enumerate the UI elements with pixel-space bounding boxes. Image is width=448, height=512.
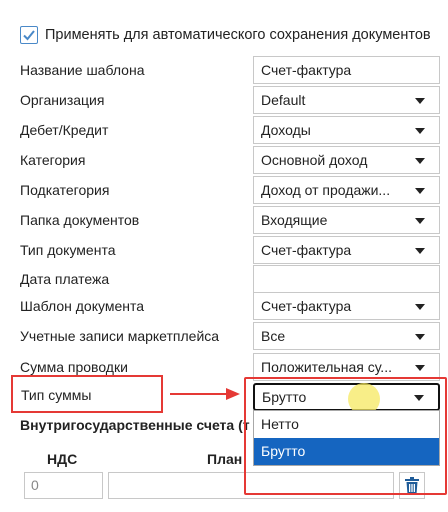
payment-date-label: Дата платежа <box>20 271 110 287</box>
row-subcategory: Подкатегория Доход от продажи... <box>0 176 448 204</box>
row-document-template: Шаблон документа Счет-фактура <box>0 292 448 320</box>
organization-value: Default <box>261 92 306 108</box>
row-document-folder: Папка документов Входящие <box>0 206 448 234</box>
debit-credit-select[interactable]: Доходы <box>253 116 440 144</box>
arrow-icon <box>170 388 240 400</box>
dropdown-highlight <box>244 377 447 495</box>
chevron-down-icon <box>415 188 425 194</box>
document-template-select[interactable]: Счет-фактура <box>253 292 440 320</box>
row-debit-credit: Дебет/Кредит Доходы <box>0 116 448 144</box>
document-folder-label: Папка документов <box>20 212 140 228</box>
category-select[interactable]: Основной доход <box>253 146 440 174</box>
document-type-select[interactable]: Счет-фактура <box>253 236 440 264</box>
chevron-down-icon <box>415 248 425 254</box>
auto-save-row: Применять для автоматического сохранения… <box>20 24 448 46</box>
row-document-type: Тип документа Счет-фактура <box>0 236 448 264</box>
vat-value: 0 <box>31 477 39 493</box>
checkmark-icon <box>23 30 35 41</box>
debit-credit-value: Доходы <box>261 122 311 138</box>
document-folder-select[interactable]: Входящие <box>253 206 440 234</box>
document-template-value: Счет-фактура <box>261 298 352 314</box>
category-value: Основной доход <box>261 152 368 168</box>
document-template-label: Шаблон документа <box>20 298 145 314</box>
category-label: Категория <box>20 152 86 168</box>
domestic-accounts-title: Внутригосударственные счета (т <box>20 417 250 433</box>
chevron-down-icon <box>415 334 425 340</box>
amount-type-label: Тип суммы <box>21 387 92 403</box>
document-type-label: Тип документа <box>20 242 116 258</box>
row-organization: Организация Default <box>0 86 448 114</box>
subcategory-select[interactable]: Доход от продажи... <box>253 176 440 204</box>
vat-input[interactable]: 0 <box>24 472 103 499</box>
payment-date-input[interactable] <box>253 265 440 293</box>
chevron-down-icon <box>415 304 425 310</box>
marketplace-accounts-value: Все <box>261 328 286 344</box>
auto-save-label: Применять для автоматического сохранения… <box>45 27 431 43</box>
marketplace-accounts-label: Учетные записи маркетплейса <box>20 328 220 344</box>
auto-save-checkbox[interactable] <box>20 26 38 44</box>
chevron-down-icon <box>415 218 425 224</box>
row-template-name: Название шаблона Счет-фактура <box>0 56 448 84</box>
template-name-value: Счет-фактура <box>261 62 352 78</box>
organization-label: Организация <box>20 92 105 108</box>
document-type-value: Счет-фактура <box>261 242 352 258</box>
plan-column-header: План <box>207 451 243 467</box>
chevron-down-icon <box>415 128 425 134</box>
organization-select[interactable]: Default <box>253 86 440 114</box>
marketplace-accounts-select[interactable]: Все <box>253 322 440 350</box>
document-folder-value: Входящие <box>261 212 328 228</box>
debit-credit-label: Дебет/Кредит <box>20 122 109 138</box>
chevron-down-icon <box>415 98 425 104</box>
chevron-down-icon <box>415 158 425 164</box>
amount-type-highlight: Тип суммы <box>11 375 163 413</box>
template-name-input[interactable]: Счет-фактура <box>253 56 440 84</box>
subcategory-value: Доход от продажи... <box>261 182 391 198</box>
row-marketplace-accounts: Учетные записи маркетплейса Все <box>0 322 448 350</box>
row-category: Категория Основной доход <box>0 146 448 174</box>
subcategory-label: Подкатегория <box>20 182 110 198</box>
template-name-label: Название шаблона <box>20 62 145 78</box>
chevron-down-icon <box>415 365 425 371</box>
vat-column-header: НДС <box>47 451 78 467</box>
row-payment-date: Дата платежа <box>0 265 448 293</box>
